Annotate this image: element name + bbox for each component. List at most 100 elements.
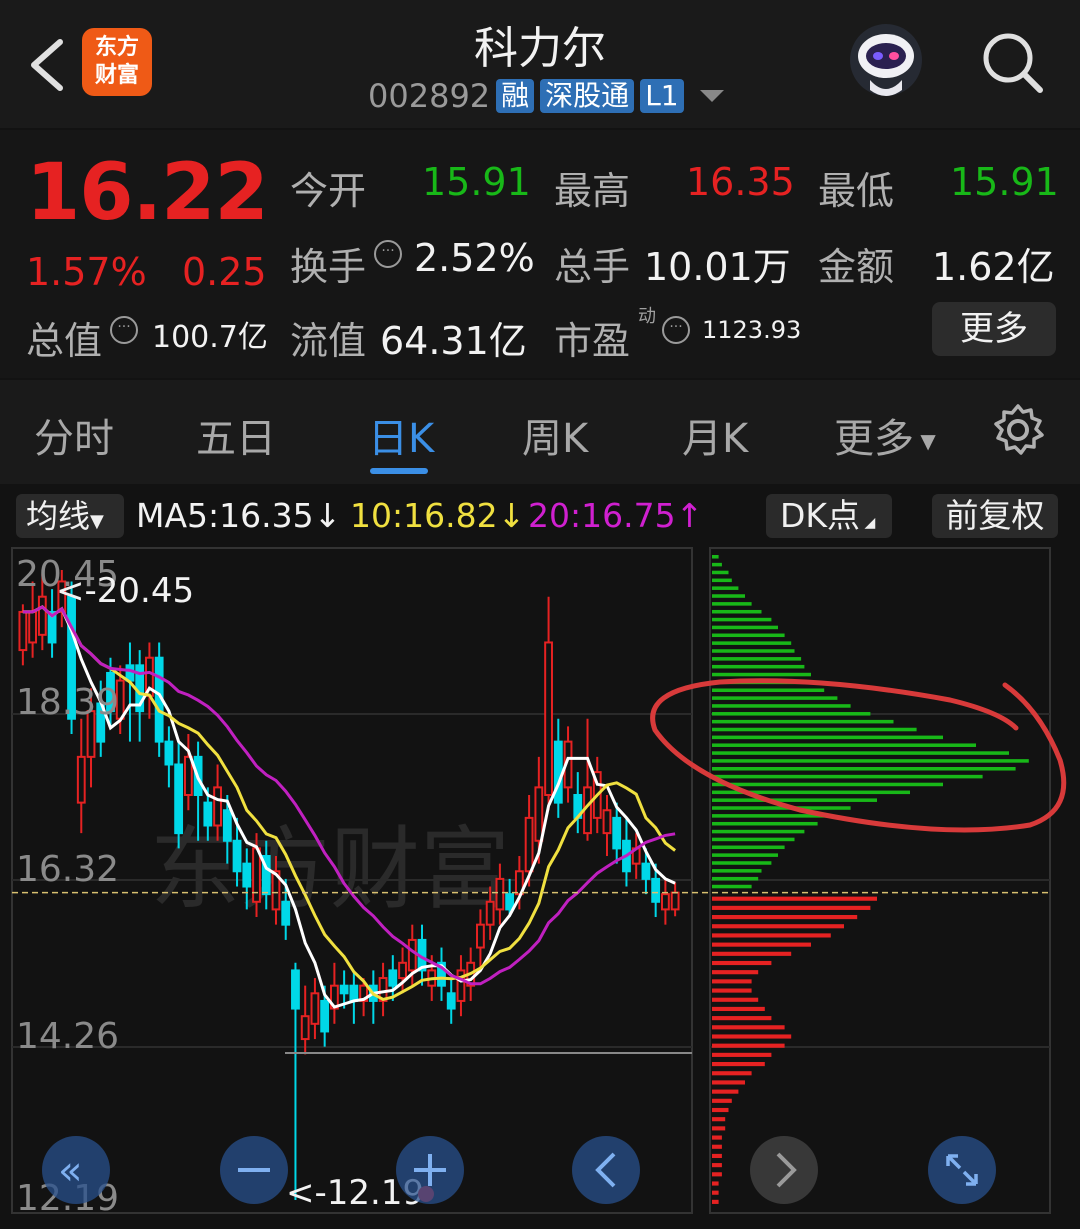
search-icon[interactable] [978,28,1048,98]
adjust-button[interactable]: 前复权 [932,494,1058,538]
tag-level: L1 [640,79,684,113]
change-percent: 1.57% [26,250,147,294]
info-dots-icon[interactable]: ··· [110,316,138,344]
chip-bar-loss [712,1117,726,1122]
candle-up [76,755,86,804]
candle-down [242,862,252,888]
ma-selector[interactable]: 均线▼ [16,494,124,538]
chip-bar-profit [712,712,871,716]
chip-bar-loss [712,1153,722,1159]
chip-bar-profit [712,719,894,724]
kline-chart[interactable]: 东方财富 20.45 18.39 16.32 14.26 12.19 <-20.… [0,544,1080,1229]
corner-triangle-icon: ◢ [860,515,876,531]
chip-bar-profit [712,727,917,732]
chip-bar-loss [712,1043,785,1048]
candle-down [174,763,184,835]
chip-bar-loss [712,924,844,929]
scroll-right-button[interactable] [750,1136,818,1204]
stock-code: 002892 [368,77,491,115]
back-arrow-icon[interactable] [22,36,72,94]
chip-bar-profit [712,798,877,802]
chip-bar-profit [712,766,1016,771]
fullscreen-button[interactable] [928,1136,996,1204]
amount-label: 金额 [818,245,895,289]
chip-bar-profit [712,609,762,614]
candle-up [300,1015,310,1041]
app-logo: 东方 财富 [82,28,152,96]
stock-code-row[interactable]: 002892 融 深股通 L1 [368,77,724,115]
candle-up [660,893,670,911]
y-tick: 16.32 [16,849,119,890]
ma-selector-label: 均线 [26,497,91,535]
chip-bar-profit [712,869,762,873]
chip-bar-profit [712,594,745,598]
candle-up [670,891,680,911]
candle-up [485,900,495,926]
tab-weekly-k[interactable]: 周K [522,406,588,464]
tab-daily-k[interactable]: 日K [368,406,434,464]
candle-up [252,847,261,903]
chip-bar-loss [712,1089,739,1094]
more-button[interactable]: 更多 [932,302,1056,356]
chip-bar-loss [712,1080,745,1085]
zoom-out-button[interactable]: « [42,1136,110,1204]
dropdown-triangle-icon[interactable] [699,90,724,102]
volume-label: 总手 [554,245,631,289]
chip-bar-profit [712,743,976,747]
change-amount: 0.25 [182,250,267,294]
chip-bar-loss [712,896,877,901]
info-dots-icon[interactable]: ··· [374,240,402,268]
plus-button[interactable] [396,1136,464,1204]
pe-label: 市盈 [554,319,631,363]
chip-bar-profit [712,657,802,661]
chip-bar-loss [712,1016,772,1021]
chip-bar-profit [712,782,943,787]
chip-bar-profit [712,555,719,559]
y-tick: 14.26 [16,1016,119,1057]
gear-icon[interactable] [990,402,1046,458]
candle-up [476,923,485,949]
caret-down-icon: ▼ [914,429,936,453]
chip-bar-loss [712,979,752,984]
chip-bar-profit [712,845,785,850]
tab-monthly-k[interactable]: 月K [682,406,748,464]
candle-up [534,786,544,842]
candle-down [222,809,232,842]
max-marker: <-20.45 [56,571,194,611]
chip-bar-profit [712,861,772,865]
pe-value: 1123.93 [702,316,802,344]
chip-bar-profit [712,570,729,575]
assistant-robot-icon[interactable] [846,24,926,102]
chip-bar-loss [712,1025,785,1030]
active-tab-indicator [370,468,428,474]
chip-bar-loss [712,1062,765,1067]
ma5-value: MA5:16.35↓ [136,496,342,535]
candle-up [310,992,320,1025]
logo-text-2: 财富 [94,63,139,88]
open-label: 今开 [290,169,367,213]
chip-bar-loss [712,1107,729,1113]
chip-bar-loss [712,1071,752,1076]
tag-connect: 深股通 [540,79,635,113]
float-label: 流值 [290,319,367,363]
info-dots-icon[interactable]: ··· [662,316,690,344]
candle-down [320,999,330,1033]
tab-five-day[interactable]: 五日 [196,406,276,464]
candle-up [37,595,47,636]
chip-bar-profit [712,853,778,857]
tab-intraday[interactable]: 分时 [34,406,114,464]
tab-more[interactable]: 更多 ▼ [834,406,936,464]
candle-down [232,839,242,873]
chip-bar-loss [712,1098,732,1103]
dk-point-button[interactable]: DK点 ◢ [766,494,892,538]
candle-down [505,893,515,911]
chip-bar-loss [712,951,792,956]
chip-bar-profit [712,774,983,779]
candle-down [641,862,651,880]
low-value: 15.91 [950,160,1059,204]
chip-bar-profit [712,672,811,677]
minus-button[interactable] [220,1136,288,1204]
scroll-left-button[interactable] [572,1136,640,1204]
candle-down [553,740,563,804]
candle-down [125,664,135,682]
